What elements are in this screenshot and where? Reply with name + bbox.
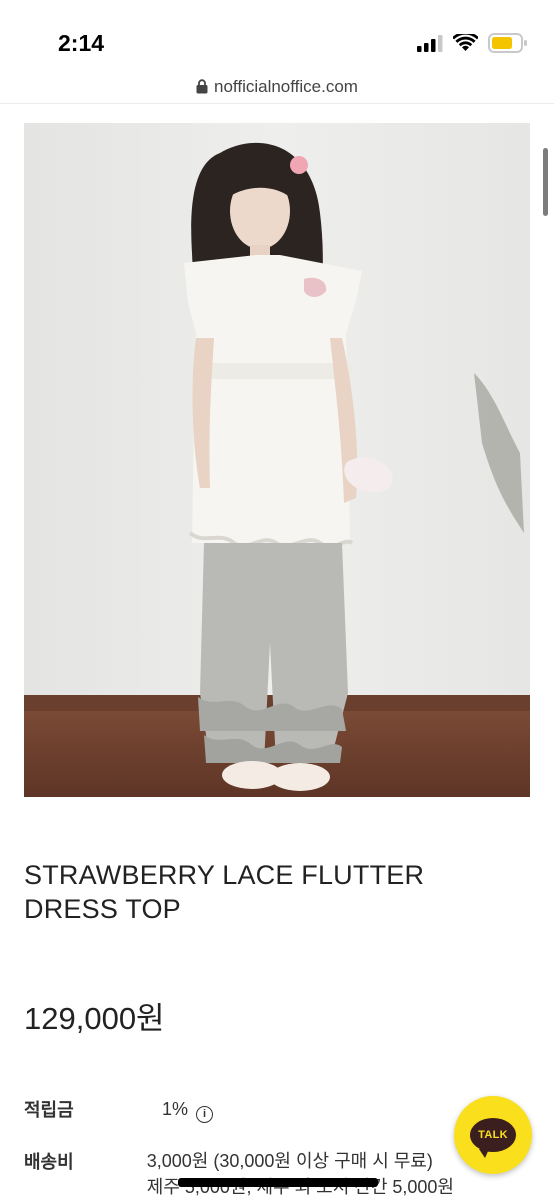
product-image[interactable]: [24, 123, 530, 797]
address-bar[interactable]: nofficialnoffice.com: [0, 70, 554, 104]
points-value: 1%: [162, 1099, 189, 1119]
cellular-signal-icon: [417, 34, 443, 52]
wifi-icon: [453, 34, 478, 51]
lock-icon: [196, 79, 208, 94]
info-icon[interactable]: i: [196, 1105, 214, 1123]
shipping-row: 배송비 3,000원 (30,000원 이상 구매 시 무료) 제주 5,000…: [24, 1148, 454, 1200]
points-value-wrap: 1% i: [162, 1096, 214, 1123]
shipping-label: 배송비: [24, 1152, 74, 1172]
redaction-mark: [178, 1178, 378, 1187]
product-title: STRAWBERRY LACE FLUTTER DRESS TOP: [24, 860, 425, 924]
url-text: nofficialnoffice.com: [214, 76, 358, 96]
status-time: 2:14: [58, 30, 105, 56]
product-photo: [24, 123, 530, 797]
product-price: 129,000원: [24, 1001, 165, 1036]
status-bar: 2:14: [0, 0, 554, 70]
page-scrollbar[interactable]: [543, 148, 548, 216]
status-icons: [417, 33, 528, 53]
battery-icon: [488, 33, 527, 53]
points-label: 적립금: [24, 1100, 74, 1120]
shipping-line-1: 3,000원 (30,000원 이상 구매 시 무료): [146, 1151, 433, 1171]
talk-label: TALK: [478, 1129, 508, 1141]
shipping-value: 3,000원 (30,000원 이상 구매 시 무료) 제주 5,000원, 제…: [147, 1148, 454, 1200]
kakao-talk-button[interactable]: TALK: [454, 1096, 532, 1174]
points-row: 적립금 1% i: [24, 1096, 454, 1123]
chat-bubble-icon: TALK: [470, 1118, 516, 1158]
